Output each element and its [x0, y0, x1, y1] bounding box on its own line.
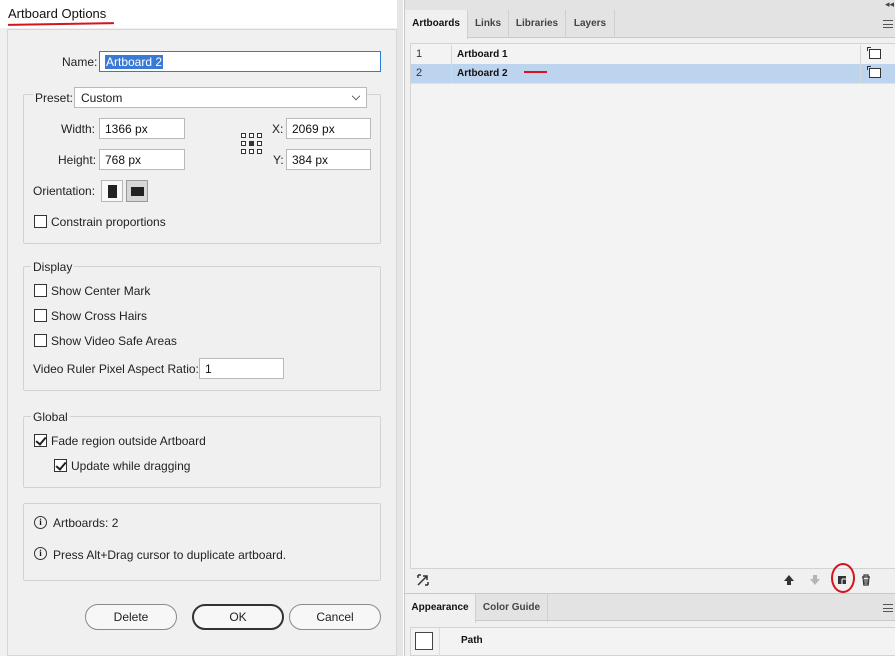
panel-footer — [405, 569, 895, 592]
width-input[interactable]: 1366 px — [99, 118, 185, 139]
update-while-dragging-checkbox[interactable] — [54, 459, 67, 472]
global-group-title: Global — [31, 410, 70, 424]
pixel-aspect-ratio-label: Video Ruler Pixel Aspect Ratio: — [33, 362, 199, 376]
landscape-icon — [131, 187, 144, 196]
chevron-down-icon — [351, 91, 361, 101]
x-input[interactable]: 2069 px — [286, 118, 371, 139]
fade-region-checkbox[interactable] — [34, 434, 47, 447]
artboard-name: Artboard 2 — [457, 68, 508, 79]
show-video-safe-areas-checkbox[interactable] — [34, 334, 47, 347]
panel-tab-bar: Artboards Links Libraries Layers — [405, 10, 895, 39]
artboards-panel: ◂◂ Artboards Links Libraries Layers 1 Ar… — [404, 0, 895, 656]
y-input[interactable]: 384 px — [286, 149, 371, 170]
y-label: Y: — [273, 153, 284, 167]
orientation-label: Orientation: — [33, 184, 96, 198]
info-icon: i — [34, 547, 47, 560]
move-down-icon[interactable] — [808, 573, 822, 587]
tab-color-guide[interactable]: Color Guide — [476, 594, 548, 622]
appearance-path-row[interactable]: Path — [410, 627, 895, 656]
artboard-number: 2 — [416, 67, 423, 79]
global-group — [23, 416, 381, 488]
reference-point-icon[interactable] — [241, 133, 262, 154]
artboard-number: 1 — [416, 48, 423, 60]
constrain-proportions-label: Constrain proportions — [51, 215, 166, 229]
fade-region-label: Fade region outside Artboard — [51, 434, 206, 448]
cancel-button[interactable]: Cancel — [289, 604, 381, 630]
show-video-safe-areas-label: Show Video Safe Areas — [51, 334, 177, 348]
name-label: Name: — [62, 55, 98, 69]
dialog-title: Artboard Options — [8, 6, 107, 21]
pixel-aspect-ratio-input[interactable]: 1 — [199, 358, 284, 379]
artboard-options-icon[interactable] — [867, 47, 881, 59]
tab-libraries[interactable]: Libraries — [509, 10, 566, 38]
preset-select[interactable]: Custom — [74, 87, 367, 108]
artboard-name: Artboard 1 — [457, 49, 508, 60]
rearrange-icon[interactable] — [416, 573, 430, 587]
name-value: Artboard 2 — [105, 55, 164, 69]
preset-value: Custom — [81, 91, 123, 105]
appearance-tab-bar: Appearance Color Guide — [405, 593, 895, 623]
path-swatch-icon — [415, 632, 433, 650]
display-group-title: Display — [31, 260, 75, 274]
annotation-mark-artboard-2 — [524, 71, 547, 73]
artboards-count-text: Artboards: 2 — [53, 516, 119, 530]
dialog-edge — [397, 0, 403, 656]
show-cross-hairs-checkbox[interactable] — [34, 309, 47, 322]
show-cross-hairs-label: Show Cross Hairs — [51, 309, 148, 323]
constrain-proportions-checkbox[interactable] — [34, 215, 47, 228]
height-label: Height: — [58, 153, 97, 167]
info-icon: i — [34, 516, 47, 529]
annotation-circle-new-artboard — [831, 563, 855, 593]
artboard-row-2[interactable]: 2 Artboard 2 — [411, 64, 895, 83]
duplicate-hint-text: Press Alt+Drag cursor to duplicate artbo… — [53, 548, 287, 562]
tab-artboards[interactable]: Artboards — [405, 10, 468, 39]
appearance-menu-icon[interactable] — [883, 604, 893, 612]
info-group — [23, 503, 381, 581]
artboard-row-1[interactable]: 1 Artboard 1 — [411, 45, 895, 64]
preset-label: Preset: — [33, 91, 76, 105]
panel-menu-icon[interactable] — [883, 20, 893, 28]
width-label: Width: — [61, 122, 96, 136]
delete-button[interactable]: Delete — [85, 604, 177, 630]
trash-icon[interactable] — [859, 573, 873, 587]
panel-dock-bar: ◂◂ — [405, 0, 895, 10]
x-label: X: — [272, 122, 284, 136]
portrait-icon — [108, 185, 117, 198]
show-center-mark-checkbox[interactable] — [34, 284, 47, 297]
appearance-path-label: Path — [461, 635, 483, 646]
update-while-dragging-label: Update while dragging — [71, 459, 191, 473]
tab-appearance[interactable]: Appearance — [405, 594, 476, 623]
collapse-panel-icon[interactable]: ◂◂ — [885, 0, 894, 9]
name-input[interactable]: Artboard 2 — [99, 51, 381, 72]
show-center-mark-label: Show Center Mark — [51, 284, 151, 298]
artboard-options-icon[interactable] — [867, 66, 881, 78]
tab-layers[interactable]: Layers — [566, 10, 615, 38]
ok-button[interactable]: OK — [192, 604, 284, 630]
height-input[interactable]: 768 px — [99, 149, 185, 170]
portrait-orientation-button[interactable] — [101, 180, 123, 202]
artboards-list: 1 Artboard 1 2 Artboard 2 — [410, 43, 895, 569]
landscape-orientation-button[interactable] — [126, 180, 148, 202]
move-up-icon[interactable] — [782, 573, 796, 587]
tab-links[interactable]: Links — [468, 10, 509, 38]
